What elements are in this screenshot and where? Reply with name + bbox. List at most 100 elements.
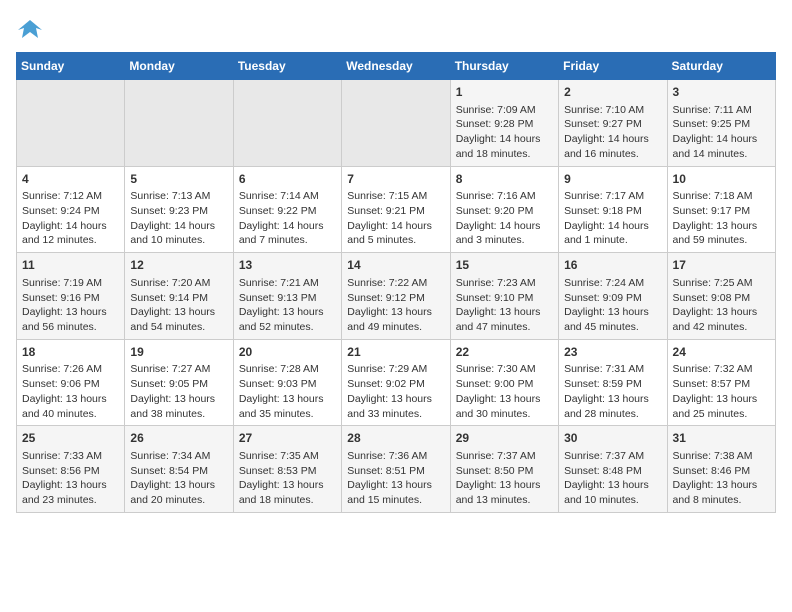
calendar-cell: 25 Sunrise: 7:33 AM Sunset: 8:56 PM Dayli… bbox=[17, 426, 125, 513]
day-content: Sunrise: 7:27 AM Sunset: 9:05 PM Dayligh… bbox=[130, 362, 227, 421]
day-content: Sunrise: 7:28 AM Sunset: 9:03 PM Dayligh… bbox=[239, 362, 336, 421]
day-header-thursday: Thursday bbox=[450, 53, 558, 80]
calendar-header: SundayMondayTuesdayWednesdayThursdayFrid… bbox=[17, 53, 776, 80]
day-number: 26 bbox=[130, 430, 227, 447]
day-number: 3 bbox=[673, 84, 770, 101]
calendar-cell bbox=[233, 80, 341, 167]
day-number: 7 bbox=[347, 171, 444, 188]
calendar-week-5: 25 Sunrise: 7:33 AM Sunset: 8:56 PM Dayli… bbox=[17, 426, 776, 513]
day-content: Sunrise: 7:30 AM Sunset: 9:00 PM Dayligh… bbox=[456, 362, 553, 421]
day-content: Sunrise: 7:12 AM Sunset: 9:24 PM Dayligh… bbox=[22, 189, 119, 248]
day-number: 1 bbox=[456, 84, 553, 101]
calendar-cell: 13 Sunrise: 7:21 AM Sunset: 9:13 PM Dayli… bbox=[233, 253, 341, 340]
day-content: Sunrise: 7:10 AM Sunset: 9:27 PM Dayligh… bbox=[564, 103, 661, 162]
calendar-week-3: 11 Sunrise: 7:19 AM Sunset: 9:16 PM Dayli… bbox=[17, 253, 776, 340]
calendar-cell: 19Sunrise: 7:27 AM Sunset: 9:05 PM Dayli… bbox=[125, 339, 233, 426]
day-number: 12 bbox=[130, 257, 227, 274]
calendar-cell: 30Sunrise: 7:37 AM Sunset: 8:48 PM Dayli… bbox=[559, 426, 667, 513]
calendar-cell: 24Sunrise: 7:32 AM Sunset: 8:57 PM Dayli… bbox=[667, 339, 775, 426]
day-header-sunday: Sunday bbox=[17, 53, 125, 80]
day-header-saturday: Saturday bbox=[667, 53, 775, 80]
calendar-cell bbox=[342, 80, 450, 167]
calendar-cell: 27 Sunrise: 7:35 AM Sunset: 8:53 PM Dayli… bbox=[233, 426, 341, 513]
day-content: Sunrise: 7:15 AM Sunset: 9:21 PM Dayligh… bbox=[347, 189, 444, 248]
day-content: Sunrise: 7:25 AM Sunset: 9:08 PM Dayligh… bbox=[673, 276, 770, 335]
day-number: 11 bbox=[22, 257, 119, 274]
calendar-cell: 22Sunrise: 7:30 AM Sunset: 9:00 PM Dayli… bbox=[450, 339, 558, 426]
day-content: Sunrise: 7:16 AM Sunset: 9:20 PM Dayligh… bbox=[456, 189, 553, 248]
day-number: 6 bbox=[239, 171, 336, 188]
calendar-week-4: 18Sunrise: 7:26 AM Sunset: 9:06 PM Dayli… bbox=[17, 339, 776, 426]
day-content: Sunrise: 7:24 AM Sunset: 9:09 PM Dayligh… bbox=[564, 276, 661, 335]
day-content: Sunrise: 7:23 AM Sunset: 9:10 PM Dayligh… bbox=[456, 276, 553, 335]
calendar-cell: 5Sunrise: 7:13 AM Sunset: 9:23 PM Daylig… bbox=[125, 166, 233, 253]
day-number: 18 bbox=[22, 344, 119, 361]
day-content: Sunrise: 7:36 AM Sunset: 8:51 PM Dayligh… bbox=[347, 449, 444, 508]
day-number: 9 bbox=[564, 171, 661, 188]
day-header-friday: Friday bbox=[559, 53, 667, 80]
day-content: Sunrise: 7:35 AM Sunset: 8:53 PM Dayligh… bbox=[239, 449, 336, 508]
day-header-wednesday: Wednesday bbox=[342, 53, 450, 80]
day-number: 24 bbox=[673, 344, 770, 361]
calendar-cell: 28 Sunrise: 7:36 AM Sunset: 8:51 PM Dayli… bbox=[342, 426, 450, 513]
day-content: Sunrise: 7:09 AM Sunset: 9:28 PM Dayligh… bbox=[456, 103, 553, 162]
day-content: Sunrise: 7:19 AM Sunset: 9:16 PM Dayligh… bbox=[22, 276, 119, 335]
day-content: Sunrise: 7:37 AM Sunset: 8:50 PM Dayligh… bbox=[456, 449, 553, 508]
logo bbox=[16, 16, 48, 44]
day-number: 8 bbox=[456, 171, 553, 188]
calendar-cell: 11 Sunrise: 7:19 AM Sunset: 9:16 PM Dayli… bbox=[17, 253, 125, 340]
calendar-cell: 14 Sunrise: 7:22 AM Sunset: 9:12 PM Dayli… bbox=[342, 253, 450, 340]
calendar-cell: 6Sunrise: 7:14 AM Sunset: 9:22 PM Daylig… bbox=[233, 166, 341, 253]
day-content: Sunrise: 7:14 AM Sunset: 9:22 PM Dayligh… bbox=[239, 189, 336, 248]
day-number: 2 bbox=[564, 84, 661, 101]
day-number: 31 bbox=[673, 430, 770, 447]
day-content: Sunrise: 7:22 AM Sunset: 9:12 PM Dayligh… bbox=[347, 276, 444, 335]
calendar-cell: 3 Sunrise: 7:11 AM Sunset: 9:25 PM Daylig… bbox=[667, 80, 775, 167]
calendar-cell: 18Sunrise: 7:26 AM Sunset: 9:06 PM Dayli… bbox=[17, 339, 125, 426]
day-content: Sunrise: 7:33 AM Sunset: 8:56 PM Dayligh… bbox=[22, 449, 119, 508]
calendar-cell: 12 Sunrise: 7:20 AM Sunset: 9:14 PM Dayli… bbox=[125, 253, 233, 340]
day-number: 14 bbox=[347, 257, 444, 274]
day-content: Sunrise: 7:26 AM Sunset: 9:06 PM Dayligh… bbox=[22, 362, 119, 421]
day-number: 10 bbox=[673, 171, 770, 188]
calendar-week-2: 4Sunrise: 7:12 AM Sunset: 9:24 PM Daylig… bbox=[17, 166, 776, 253]
day-content: Sunrise: 7:18 AM Sunset: 9:17 PM Dayligh… bbox=[673, 189, 770, 248]
calendar-cell: 8Sunrise: 7:16 AM Sunset: 9:20 PM Daylig… bbox=[450, 166, 558, 253]
logo-icon bbox=[16, 16, 44, 44]
calendar-cell: 16 Sunrise: 7:24 AM Sunset: 9:09 PM Dayli… bbox=[559, 253, 667, 340]
day-number: 20 bbox=[239, 344, 336, 361]
calendar-cell: 15Sunrise: 7:23 AM Sunset: 9:10 PM Dayli… bbox=[450, 253, 558, 340]
day-number: 29 bbox=[456, 430, 553, 447]
day-content: Sunrise: 7:38 AM Sunset: 8:46 PM Dayligh… bbox=[673, 449, 770, 508]
calendar-cell: 31 Sunrise: 7:38 AM Sunset: 8:46 PM Dayli… bbox=[667, 426, 775, 513]
day-content: Sunrise: 7:11 AM Sunset: 9:25 PM Dayligh… bbox=[673, 103, 770, 162]
calendar-cell: 17 Sunrise: 7:25 AM Sunset: 9:08 PM Dayli… bbox=[667, 253, 775, 340]
day-number: 17 bbox=[673, 257, 770, 274]
calendar-cell: 7Sunrise: 7:15 AM Sunset: 9:21 PM Daylig… bbox=[342, 166, 450, 253]
calendar-cell: 21Sunrise: 7:29 AM Sunset: 9:02 PM Dayli… bbox=[342, 339, 450, 426]
page-header bbox=[16, 16, 776, 44]
calendar-cell: 29 Sunrise: 7:37 AM Sunset: 8:50 PM Dayli… bbox=[450, 426, 558, 513]
day-number: 22 bbox=[456, 344, 553, 361]
day-content: Sunrise: 7:31 AM Sunset: 8:59 PM Dayligh… bbox=[564, 362, 661, 421]
day-number: 19 bbox=[130, 344, 227, 361]
calendar-week-1: 1 Sunrise: 7:09 AM Sunset: 9:28 PM Daylig… bbox=[17, 80, 776, 167]
calendar-cell: 2 Sunrise: 7:10 AM Sunset: 9:27 PM Daylig… bbox=[559, 80, 667, 167]
calendar-cell bbox=[125, 80, 233, 167]
day-number: 25 bbox=[22, 430, 119, 447]
calendar-cell: 9Sunrise: 7:17 AM Sunset: 9:18 PM Daylig… bbox=[559, 166, 667, 253]
calendar-cell bbox=[17, 80, 125, 167]
day-content: Sunrise: 7:34 AM Sunset: 8:54 PM Dayligh… bbox=[130, 449, 227, 508]
day-number: 28 bbox=[347, 430, 444, 447]
day-content: Sunrise: 7:17 AM Sunset: 9:18 PM Dayligh… bbox=[564, 189, 661, 248]
calendar-cell: 26 Sunrise: 7:34 AM Sunset: 8:54 PM Dayli… bbox=[125, 426, 233, 513]
day-content: Sunrise: 7:37 AM Sunset: 8:48 PM Dayligh… bbox=[564, 449, 661, 508]
day-content: Sunrise: 7:32 AM Sunset: 8:57 PM Dayligh… bbox=[673, 362, 770, 421]
day-content: Sunrise: 7:21 AM Sunset: 9:13 PM Dayligh… bbox=[239, 276, 336, 335]
day-content: Sunrise: 7:20 AM Sunset: 9:14 PM Dayligh… bbox=[130, 276, 227, 335]
calendar-cell: 4Sunrise: 7:12 AM Sunset: 9:24 PM Daylig… bbox=[17, 166, 125, 253]
day-number: 27 bbox=[239, 430, 336, 447]
day-number: 13 bbox=[239, 257, 336, 274]
day-number: 16 bbox=[564, 257, 661, 274]
calendar-cell: 23Sunrise: 7:31 AM Sunset: 8:59 PM Dayli… bbox=[559, 339, 667, 426]
